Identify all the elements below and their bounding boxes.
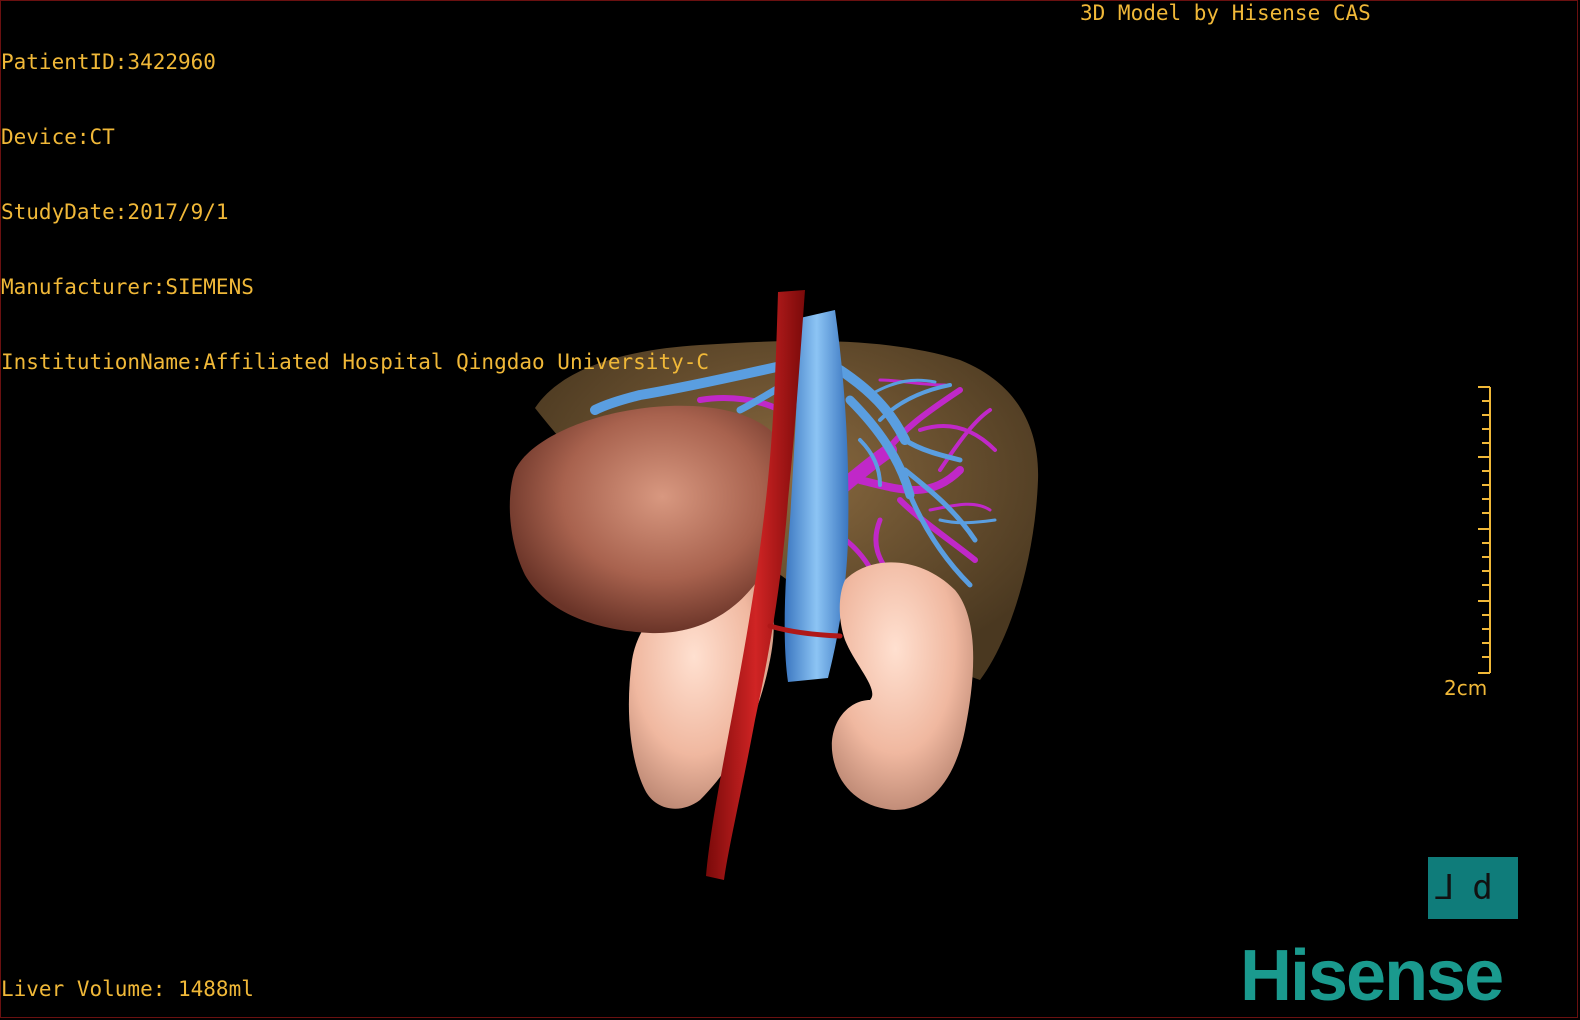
left-kidney [831,562,974,810]
manufacturer-text: Manufacturer:SIEMENS [1,275,254,299]
institution-name-text: InstitutionName:Affiliated Hospital Qing… [1,350,710,374]
hisense-logo: Hisense [1240,936,1504,1016]
device-text: Device:CT [1,125,115,149]
dicom-info-overlay: PatientID:3422960 Device:CT StudyDate:20… [1,0,709,400]
study-date-text: StudyDate:2017/9/1 [1,200,229,224]
liver-volume-text: Liver Volume: 1488ml [1,977,254,1001]
scale-bar-label: 2cm [1444,676,1488,700]
orientation-marker[interactable]: ⅃d [1428,857,1518,919]
scale-bar [1478,386,1491,674]
orientation-marker-text: ⅃d [1435,868,1511,908]
model-caption: 3D Model by Hisense CAS [1080,1,1371,25]
patient-id-text: PatientID:3422960 [1,50,216,74]
